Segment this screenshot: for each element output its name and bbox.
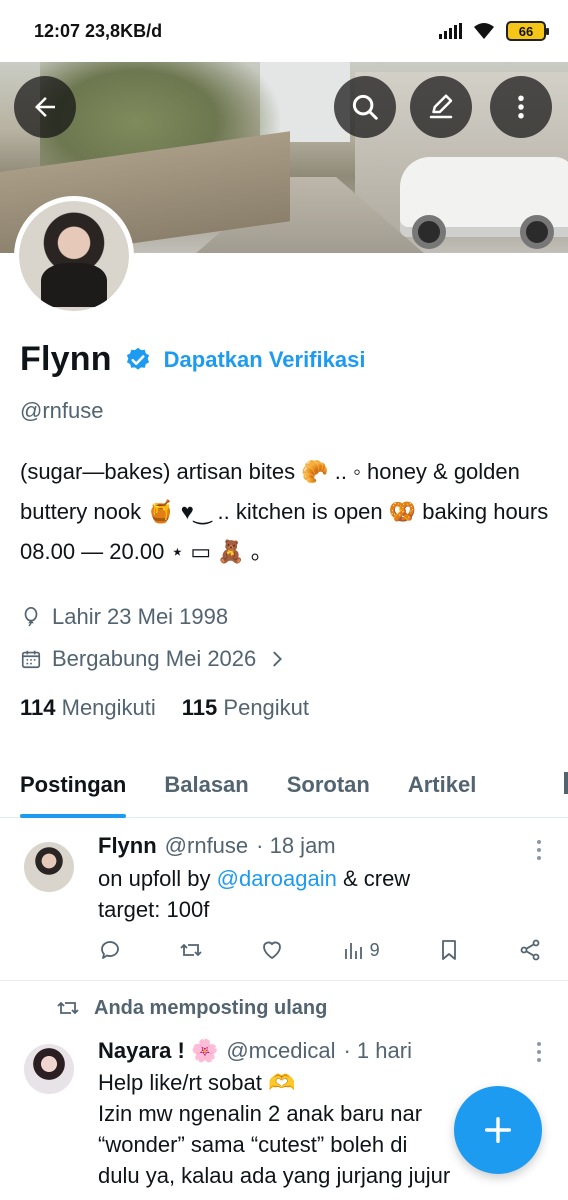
profile-avatar[interactable] xyxy=(14,196,134,316)
post-author-name[interactable]: Flynn xyxy=(98,833,157,859)
post-author-name[interactable]: Nayara ! 🌸 xyxy=(98,1038,218,1064)
chevron-right-icon xyxy=(273,651,283,667)
post-text: on upfoll by @daroagain & crew target: 1… xyxy=(98,863,538,925)
reply-button[interactable] xyxy=(98,938,122,962)
following-count: 114 xyxy=(20,695,56,720)
status-bar: 12:07 23,8KB/d 66 xyxy=(0,0,568,62)
calendar-icon xyxy=(21,650,41,669)
heart-icon xyxy=(263,941,282,959)
following-label: Mengikuti xyxy=(61,695,156,720)
balloon-icon xyxy=(24,607,38,627)
post-more-icon[interactable] xyxy=(536,1042,542,1062)
search-icon xyxy=(352,94,378,120)
birthday-row: Lahir 23 Mei 1998 xyxy=(20,604,228,630)
views-chart-icon xyxy=(344,943,362,959)
profile-handle: @rnfuse xyxy=(20,398,104,423)
post-more-icon[interactable] xyxy=(536,840,542,860)
post-author-avatar[interactable] xyxy=(24,842,74,892)
like-button[interactable] xyxy=(260,938,284,962)
post-time: · 1 hari xyxy=(343,1038,412,1063)
repost-note-text: Anda memposting ulang xyxy=(94,996,328,1019)
bookmark-button[interactable] xyxy=(437,938,461,962)
repost-button[interactable] xyxy=(179,938,203,962)
post-text-prefix: on upfoll by xyxy=(98,866,217,891)
post-author-handle[interactable]: @rnfuse xyxy=(165,833,248,859)
back-button[interactable] xyxy=(14,76,76,138)
views-button[interactable]: 9 xyxy=(342,938,380,962)
views-count: 9 xyxy=(369,939,380,960)
reply-icon xyxy=(101,941,119,959)
repost-icon xyxy=(57,1001,79,1015)
tab-postingan[interactable]: Postingan xyxy=(20,752,127,818)
wifi-icon xyxy=(474,23,494,39)
more-options-button[interactable] xyxy=(490,76,552,138)
post-text-line2: target: 100f xyxy=(98,897,210,922)
repost-indicator: Anda memposting ulang xyxy=(56,996,327,1020)
joined-text: Bergabung Mei 2026 xyxy=(52,646,257,671)
post-time: · 18 jam xyxy=(256,833,336,858)
plus-icon xyxy=(484,1116,512,1144)
post-text-suffix: & crew xyxy=(336,866,411,891)
tab-artikel[interactable]: Artikel xyxy=(408,752,476,818)
tab-sorotan[interactable]: Sorotan xyxy=(287,752,370,818)
following-link[interactable]: 114 Mengikuti xyxy=(20,695,156,721)
share-icon xyxy=(520,939,540,961)
followers-label: Pengikut xyxy=(223,695,310,720)
repost-icon xyxy=(180,943,202,957)
more-vertical-icon xyxy=(518,95,524,119)
profile-tabs: Postingan Balasan Sorotan Artikel xyxy=(0,752,568,818)
edit-button[interactable] xyxy=(410,76,472,138)
followers-count: 115 xyxy=(181,695,218,720)
compose-post-button[interactable] xyxy=(454,1086,542,1174)
arrow-left-icon xyxy=(35,97,55,117)
get-verified-link[interactable]: Dapatkan Verifikasi xyxy=(164,347,366,373)
post-mention-link[interactable]: @daroagain xyxy=(217,866,337,891)
pencil-icon xyxy=(429,94,453,119)
tab-overflow-indicator xyxy=(564,772,568,794)
signal-icon xyxy=(439,23,462,39)
followers-link[interactable]: 115 Pengikut xyxy=(182,695,309,721)
battery-level: 66 xyxy=(518,23,534,39)
profile-name: Flynn xyxy=(20,340,112,378)
post-author-avatar[interactable] xyxy=(24,1044,74,1094)
post-divider xyxy=(0,980,568,981)
post-author-handle[interactable]: @mcedical xyxy=(226,1038,335,1064)
bookmark-icon xyxy=(441,940,456,960)
tab-balasan[interactable]: Balasan xyxy=(164,752,248,818)
birthday-text: Lahir 23 Mei 1998 xyxy=(52,604,229,629)
status-time-speed: 12:07 23,8KB/d xyxy=(34,20,163,41)
search-button[interactable] xyxy=(334,76,396,138)
post-actions: 9 xyxy=(98,938,542,962)
profile-bio: (sugar—bakes) artisan bites 🥐 .. ◦ honey… xyxy=(20,459,549,564)
battery-icon: 66 xyxy=(506,21,549,41)
share-button[interactable] xyxy=(518,938,542,962)
verified-badge-icon[interactable] xyxy=(124,346,152,374)
joined-row[interactable]: Bergabung Mei 2026 xyxy=(20,646,288,672)
